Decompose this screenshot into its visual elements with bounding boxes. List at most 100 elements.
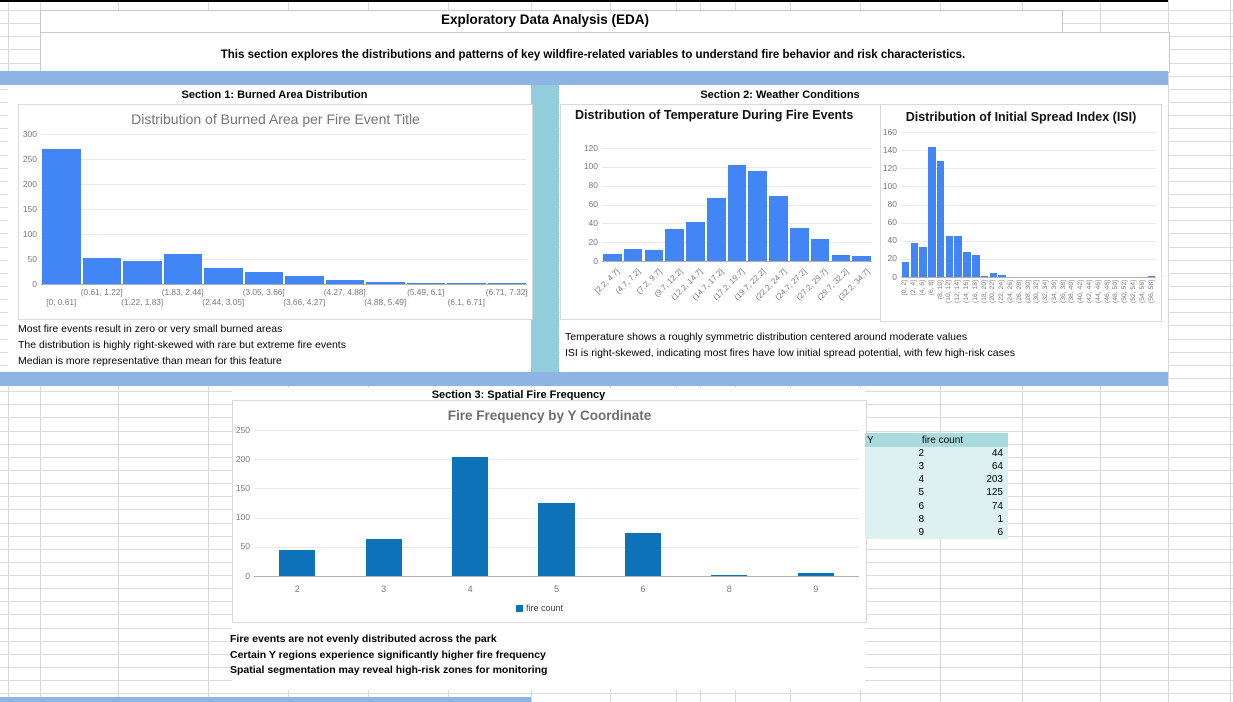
section-divider-band-bottom [0,697,531,702]
bar [811,239,830,261]
table-cell[interactable]: 6 [865,500,924,513]
bar [954,236,962,277]
section-divider-band-top [0,71,1168,85]
plot-gridline [41,184,527,185]
x-tick-label: (46, 48] [1104,280,1112,320]
note-line: Spatial segmentation may reveal high-ris… [230,663,547,679]
note-line: Certain Y regions experience significant… [230,648,547,664]
x-tick-label: (16, 18] [972,280,980,320]
table-cell[interactable]: 2 [865,447,924,460]
y-tick-label: 0 [10,280,37,289]
x-tick-label: (5.49, 6.1] [390,288,462,297]
bar [902,262,910,277]
x-tick-label: 4 [427,584,513,594]
bar [624,249,643,261]
x-axis-line [901,277,1156,278]
table-cell[interactable]: 6 [924,526,1003,539]
table-cell[interactable]: 203 [924,473,1003,486]
x-tick-label: [0, 2] [901,280,909,320]
x-tick-label: 8 [686,584,772,594]
y-tick-label: 0 [870,273,897,282]
legend-swatch [516,605,523,612]
top-border-line [0,0,1168,2]
x-tick-label: (2, 4] [910,280,918,320]
y-tick-label: 200 [223,455,250,464]
section3-notes: Fire events are not evenly distributed a… [230,632,547,679]
y-tick-label: 120 [571,144,598,153]
bar [790,228,809,261]
y-tick-label: 60 [571,200,598,209]
table-cell[interactable]: 74 [924,500,1003,513]
x-tick-label: (38, 40] [1068,280,1076,320]
note-line: ISI is right-skewed, indicating most fir… [565,345,1015,361]
bar [366,282,405,285]
fire-frequency-chart[interactable]: Fire Frequency by Y Coordinate 050100150… [232,400,867,623]
x-axis-line [41,284,527,285]
table-cell[interactable]: 1 [924,513,1003,526]
bar [998,275,1006,277]
x-tick-label: (24, 26] [1007,280,1015,320]
gridline-h [0,693,1233,694]
x-tick-label: (18, 20] [981,280,989,320]
plot-gridline [41,159,527,160]
page-title: Exploratory Data Analysis (EDA) [40,12,1050,27]
chart-title: Distribution of Burned Area per Fire Eve… [19,111,532,127]
table-cell[interactable]: 4 [865,473,924,486]
y-tick-label: 100 [223,513,250,522]
y-tick-label: 80 [870,200,897,209]
chart-title: Distribution of Temperature During Fire … [575,108,860,123]
bar [665,229,684,261]
table-header-row: Yfire count [865,433,1008,447]
table-cell[interactable]: 5 [865,486,924,499]
x-tick-label: (2.44, 3.05] [187,298,259,307]
table-header-cell[interactable]: fire count [895,434,990,447]
table-cell[interactable]: 9 [865,526,924,539]
bar [707,198,726,261]
table-cell[interactable]: 44 [924,447,1003,460]
x-tick-label: 6 [600,584,686,594]
x-tick-label: (6.1, 6.71] [430,298,502,307]
temperature-histogram[interactable]: Distribution of Temperature During Fire … [560,104,881,320]
spreadsheet-canvas: { "page": { "title": "Exploratory Data A… [0,0,1233,702]
x-tick-label: 9 [773,584,859,594]
table-cell[interactable]: 125 [924,486,1003,499]
table-cell[interactable]: 3 [865,460,924,473]
x-tick-label: (40, 42] [1077,280,1085,320]
section-divider-band-middle [0,372,1168,386]
burned-area-histogram[interactable]: Distribution of Burned Area per Fire Eve… [18,104,533,320]
x-tick-label: (12, 14] [954,280,962,320]
teal-column-strip [531,85,559,372]
plot-gridline [602,148,872,149]
y-tick-label: 200 [10,180,37,189]
legend-label: fire count [526,603,563,613]
x-tick-label: (4, 6] [919,280,927,320]
plot-gridline [41,234,527,235]
table-cell[interactable]: 8 [865,513,924,526]
bar [452,457,488,576]
bar [123,261,162,284]
bar [748,171,767,261]
y-tick-label: 0 [223,572,250,581]
y-tick-label: 20 [571,238,598,247]
x-tick-label: (52, 54] [1130,280,1138,320]
plot-gridline [901,150,1156,151]
y-tick-label: 50 [10,255,37,264]
x-tick-label: (3.66, 4.27] [268,298,340,307]
x-tick-label: (6, 8] [928,280,936,320]
section1-header: Section 1: Burned Area Distribution [18,89,531,101]
isi-histogram[interactable]: Distribution of Initial Spread Index (IS… [880,104,1162,322]
x-tick-label: (6.71, 7.32] [471,288,543,297]
y-tick-label: 150 [10,205,37,214]
x-tick-label: (4.88, 5.49] [349,298,421,307]
bar [852,256,871,261]
note-line: Most fire events result in zero or very … [18,321,346,337]
x-tick-label: (10, 12] [945,280,953,320]
table-cell[interactable]: 64 [924,460,1003,473]
bar [603,254,622,261]
x-tick-label: (34, 36] [1051,280,1059,320]
bar [326,280,365,284]
x-tick-label: (44, 46] [1095,280,1103,320]
x-tick-label: (28, 30] [1025,280,1033,320]
y-tick-label: 120 [870,164,897,173]
x-tick-label: (48, 50] [1112,280,1120,320]
